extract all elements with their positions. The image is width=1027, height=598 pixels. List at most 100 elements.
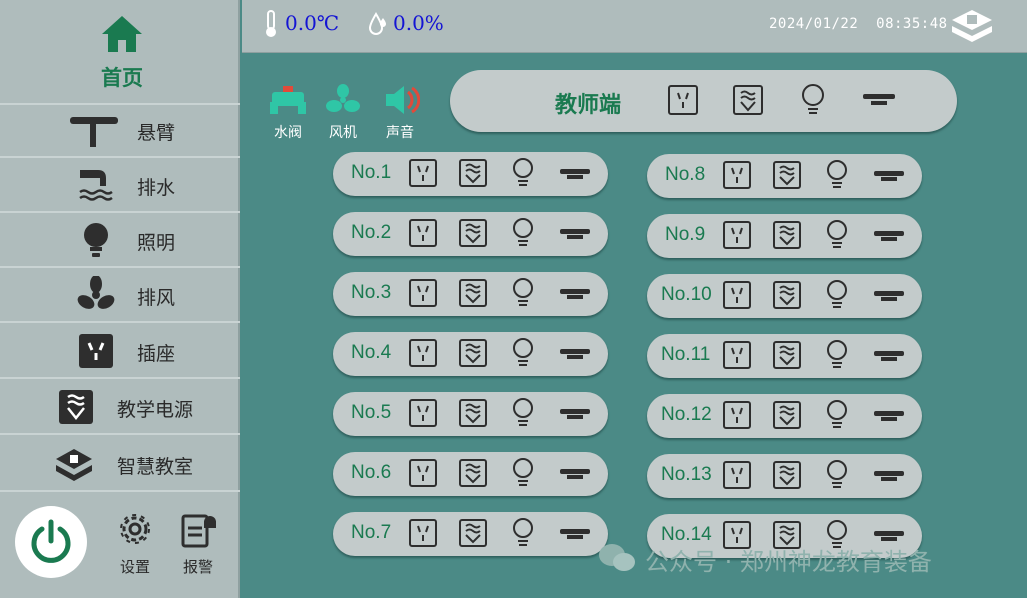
teacher-station[interactable]: 教师端 xyxy=(450,70,957,132)
boom-arm-icon[interactable] xyxy=(872,169,906,183)
station-8[interactable]: No.8 xyxy=(647,154,922,198)
station-10[interactable]: No.10 xyxy=(647,274,922,318)
bulb-icon[interactable] xyxy=(824,459,850,491)
socket-icon[interactable] xyxy=(722,160,752,190)
teaching-power-icon[interactable] xyxy=(772,400,802,430)
socket-icon[interactable] xyxy=(408,218,438,248)
bulb-icon[interactable] xyxy=(510,157,536,189)
bulb-icon[interactable] xyxy=(510,277,536,309)
teaching-power-icon[interactable] xyxy=(772,160,802,190)
boom-arm-icon[interactable] xyxy=(558,227,592,241)
socket-icon[interactable] xyxy=(722,400,752,430)
teaching-power-icon[interactable] xyxy=(458,278,488,308)
smart-classroom-icon xyxy=(56,449,92,481)
station-13[interactable]: No.13 xyxy=(647,454,922,498)
speaker-icon xyxy=(386,86,421,114)
teaching-power-icon[interactable] xyxy=(458,398,488,428)
sidebar-item-label: 照明 xyxy=(137,232,176,254)
boom-arm-icon[interactable] xyxy=(558,407,592,421)
power-button[interactable] xyxy=(15,506,87,578)
boom-arm-icon[interactable] xyxy=(558,527,592,541)
bulb-icon[interactable] xyxy=(799,83,827,117)
station-label: No.4 xyxy=(351,342,392,363)
bulb-icon[interactable] xyxy=(824,339,850,371)
socket-icon[interactable] xyxy=(408,518,438,548)
socket-icon[interactable] xyxy=(408,278,438,308)
sidebar-item-boom-arm[interactable]: 悬臂 xyxy=(0,103,240,158)
boom-arm-icon[interactable] xyxy=(872,409,906,423)
teaching-power-icon[interactable] xyxy=(458,338,488,368)
boom-arm-icon[interactable] xyxy=(872,229,906,243)
drain-icon xyxy=(79,170,113,201)
station-9[interactable]: No.9 xyxy=(647,214,922,258)
socket-icon[interactable] xyxy=(722,340,752,370)
station-3[interactable]: No.3 xyxy=(333,272,608,316)
socket-icon[interactable] xyxy=(722,220,752,250)
boom-arm-icon[interactable] xyxy=(558,167,592,181)
bulb-icon[interactable] xyxy=(824,219,850,251)
station-6[interactable]: No.6 xyxy=(333,452,608,496)
settings-label: 设置 xyxy=(119,558,150,576)
bulb-icon xyxy=(84,223,108,257)
station-2[interactable]: No.2 xyxy=(333,212,608,256)
socket-icon[interactable] xyxy=(408,458,438,488)
boom-arm-icon[interactable] xyxy=(872,469,906,483)
sidebar-item-drain[interactable]: 排水 xyxy=(0,158,240,213)
sidebar-item-teaching-power[interactable]: 教学电源 xyxy=(0,380,240,435)
boom-arm-icon[interactable] xyxy=(861,92,897,108)
humidity-icon xyxy=(368,12,386,35)
station-label: No.2 xyxy=(351,222,392,243)
teaching-power-icon[interactable] xyxy=(458,158,488,188)
boom-arm-icon xyxy=(70,117,118,147)
bulb-icon[interactable] xyxy=(510,457,536,489)
fan-icon xyxy=(77,276,115,309)
boom-arm-icon[interactable] xyxy=(872,289,906,303)
teaching-power-icon[interactable] xyxy=(772,340,802,370)
station-label: No.7 xyxy=(351,522,392,543)
teaching-power-icon[interactable] xyxy=(458,518,488,548)
bulb-icon[interactable] xyxy=(510,517,536,549)
sidebar-item-socket[interactable]: 插座 xyxy=(0,324,240,379)
station-11[interactable]: No.11 xyxy=(647,334,922,378)
teaching-power-icon[interactable] xyxy=(772,460,802,490)
home-nav[interactable]: 首页 xyxy=(0,0,240,105)
sidebar-item-exhaust[interactable]: 排风 xyxy=(0,268,240,323)
bulb-icon[interactable] xyxy=(824,159,850,191)
valve-control[interactable]: 水阀 xyxy=(263,84,313,142)
sidebar-item-smart-classroom[interactable]: 智慧教室 xyxy=(0,437,240,492)
status-bar: 0.0℃ 0.0% 2024/01/22 08:35:48 xyxy=(242,0,1027,53)
bulb-icon[interactable] xyxy=(510,217,536,249)
socket-icon[interactable] xyxy=(667,84,699,116)
boom-arm-icon[interactable] xyxy=(558,347,592,361)
station-label: No.12 xyxy=(661,404,712,425)
teaching-power-icon[interactable] xyxy=(732,84,764,116)
sound-control[interactable]: 声音 xyxy=(375,84,425,142)
alarm-button[interactable]: 报警 xyxy=(173,510,223,577)
bulb-icon[interactable] xyxy=(510,397,536,429)
boom-arm-icon[interactable] xyxy=(558,467,592,481)
fan-control[interactable]: 风机 xyxy=(318,84,368,142)
station-4[interactable]: No.4 xyxy=(333,332,608,376)
teaching-power-icon[interactable] xyxy=(772,280,802,310)
bulb-icon[interactable] xyxy=(824,279,850,311)
teaching-power-icon[interactable] xyxy=(458,458,488,488)
socket-icon[interactable] xyxy=(722,460,752,490)
settings-button[interactable]: 设置 xyxy=(110,510,160,577)
bulb-icon[interactable] xyxy=(824,399,850,431)
station-1[interactable]: No.1 xyxy=(333,152,608,196)
socket-icon[interactable] xyxy=(722,280,752,310)
sidebar: 首页 悬臂 排水 照明 排风 插座 教学电源 智慧教室 设置 报警 xyxy=(0,0,240,598)
socket-icon[interactable] xyxy=(408,338,438,368)
boom-arm-icon[interactable] xyxy=(872,349,906,363)
teaching-power-icon[interactable] xyxy=(772,220,802,250)
station-12[interactable]: No.12 xyxy=(647,394,922,438)
sidebar-item-lighting[interactable]: 照明 xyxy=(0,213,240,268)
socket-icon[interactable] xyxy=(408,398,438,428)
teaching-power-icon[interactable] xyxy=(458,218,488,248)
station-7[interactable]: No.7 xyxy=(333,512,608,556)
station-5[interactable]: No.5 xyxy=(333,392,608,436)
station-label: No.1 xyxy=(351,162,392,183)
socket-icon[interactable] xyxy=(408,158,438,188)
bulb-icon[interactable] xyxy=(510,337,536,369)
boom-arm-icon[interactable] xyxy=(558,287,592,301)
